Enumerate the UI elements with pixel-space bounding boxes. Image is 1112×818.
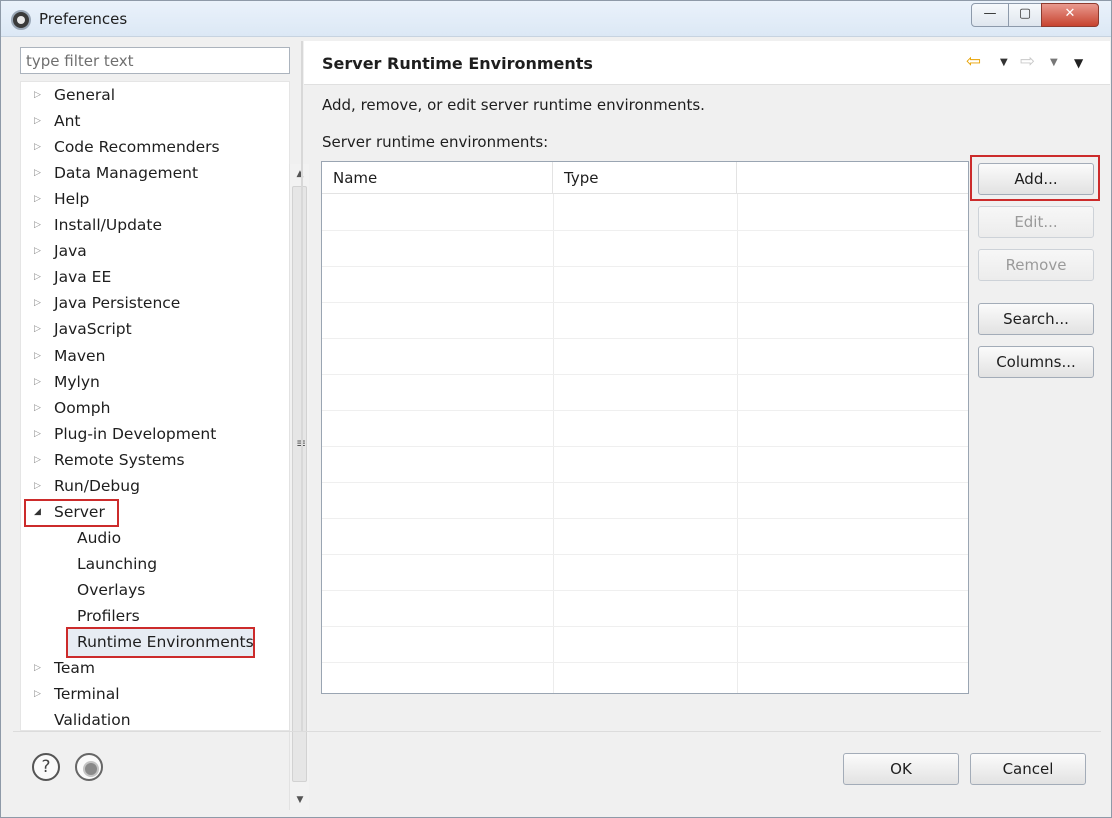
remove-button[interactable]: Remove [978,249,1094,281]
tree-item-label: Overlays [77,580,146,599]
runtime-list-label: Server runtime environments: [322,133,549,151]
back-arrow-icon[interactable]: ⇦ [966,51,981,72]
tree-collapsed-icon[interactable]: ▷ [34,421,46,447]
tree-collapsed-icon[interactable]: ▷ [34,395,46,421]
scroll-thumb[interactable] [292,186,307,782]
maximize-button[interactable]: ▢ [1008,3,1042,27]
table-row [322,302,968,303]
page-header: Server Runtime Environments ⇦ ▼ ⇨ ▼ ▼ [304,41,1110,85]
preferences-window: Preferences — ▢ ✕ ▲ ≡ ▼ ▷ General ▷ Ant ▷ Cod… [0,0,1112,818]
tree-item-label: Java Persistence [54,294,181,313]
table-row [322,590,968,591]
tree-item-label: Plug-in Development [54,424,217,443]
tree-collapsed-icon[interactable]: ▷ [34,160,46,186]
column-header-name[interactable]: Name [322,162,553,194]
table-row [322,410,968,411]
table-row [322,554,968,555]
tree-item-label: Install/Update [54,216,163,235]
tree-item-label: Maven [54,346,106,365]
back-dropdown-icon[interactable]: ▼ [1000,57,1008,68]
tree-item-label: Terminal [54,685,120,704]
ok-button[interactable]: OK [843,753,959,785]
add-button[interactable]: Add... [978,163,1094,195]
tree-item-label: Run/Debug [54,476,140,495]
table-row [322,482,968,483]
tree-item-label: Mylyn [54,372,100,391]
cancel-button[interactable]: Cancel [970,753,1086,785]
tree-item-label: Data Management [54,164,199,183]
scroll-up-icon[interactable]: ▲ [290,164,310,184]
tree-item-label: General [54,86,116,104]
tree-collapsed-icon[interactable]: ▷ [34,447,46,473]
tree-item-label: Runtime Environments [77,633,254,652]
help-icon[interactable]: ? [32,753,60,781]
tree-item-label: Help [54,190,90,209]
tree-item-label: Profilers [77,607,140,625]
tree-item-label: Remote Systems [54,450,185,469]
tree-item-label: Audio [77,528,122,547]
bottom-separator [13,731,1101,732]
tree-collapsed-icon[interactable]: ▷ [34,316,46,342]
columns-button[interactable]: Columns... [978,346,1094,378]
close-button[interactable]: ✕ [1041,3,1099,27]
column-header-type[interactable]: Type [553,162,737,194]
tree-item-label: Java [54,242,87,261]
tree-scrollbar[interactable]: ▲ ≡ ▼ [289,164,309,810]
tree-item-label: Code Recommenders [54,138,220,157]
tree-item-label: Validation [54,711,131,730]
forward-arrow-icon[interactable]: ⇨ [1020,51,1035,72]
tree-collapsed-icon[interactable]: ▷ [34,186,46,212]
title-bar[interactable]: Preferences — ▢ ✕ [1,1,1111,37]
tree-collapsed-icon[interactable]: ▷ [34,290,46,316]
tree-item-label: Server [54,502,105,521]
tree-item-label: Oomph [54,398,111,417]
page-description: Add, remove, or edit server runtime envi… [322,96,705,114]
table-row [322,338,968,339]
tree-item-label: Team [54,659,95,678]
eclipse-app-icon [11,10,31,30]
tree-collapsed-icon[interactable]: ▷ [34,108,46,134]
table-row [322,518,968,519]
tree-collapsed-icon[interactable]: ▷ [34,369,46,395]
table-row [322,374,968,375]
tree-collapsed-icon[interactable]: ▷ [34,134,46,160]
tree-item-label: Java EE [54,268,112,287]
column-divider [737,194,738,693]
tree-item-label: Launching [77,554,158,573]
panel-sash[interactable] [301,41,303,731]
tree-collapsed-icon[interactable]: ▷ [34,473,46,499]
tree-collapsed-icon[interactable]: ▷ [34,238,46,264]
tree-collapsed-icon[interactable]: ▷ [34,82,46,108]
tree-collapsed-icon[interactable]: ▷ [34,264,46,290]
tree-item-label: Ant [54,112,81,131]
minimize-button[interactable]: — [971,3,1009,27]
view-menu-icon[interactable]: ▼ [1074,56,1083,70]
tree-collapsed-icon[interactable]: ▷ [34,655,46,681]
table-row [322,266,968,267]
filter-input[interactable] [20,47,290,74]
search-button[interactable]: Search... [978,303,1094,335]
table-row [322,626,968,627]
column-divider [553,194,554,693]
tree-expanded-icon[interactable]: ◢ [34,499,46,525]
column-header-extra[interactable] [737,162,968,194]
table-row [322,662,968,663]
scroll-down-icon[interactable]: ▼ [290,790,310,810]
page-title: Server Runtime Environments [322,54,593,73]
window-title: Preferences [39,10,128,28]
runtime-environments-table[interactable]: Name Type [321,161,969,694]
table-row [322,446,968,447]
tree-collapsed-icon[interactable]: ▷ [34,681,46,707]
tree-item-label: JavaScript [54,320,132,339]
tree-collapsed-icon[interactable]: ▷ [34,343,46,369]
tree-collapsed-icon[interactable]: ▷ [34,212,46,238]
table-row [322,230,968,231]
forward-dropdown-icon[interactable]: ▼ [1050,57,1058,68]
edit-button[interactable]: Edit... [978,206,1094,238]
import-export-icon[interactable] [75,753,103,781]
